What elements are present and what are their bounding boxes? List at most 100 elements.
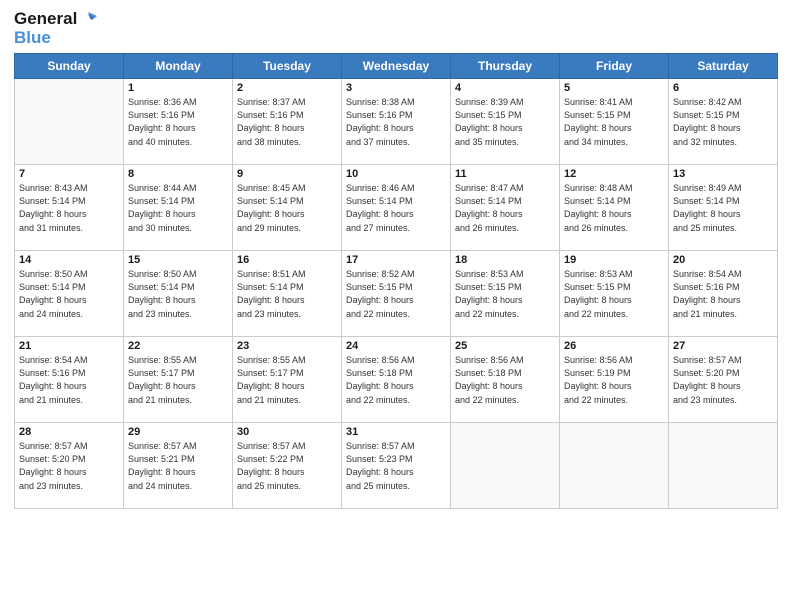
day-number: 13 [673,168,773,180]
weekday-header-thursday: Thursday [451,54,560,79]
day-cell-12: 12Sunrise: 8:48 AM Sunset: 5:14 PM Dayli… [560,165,669,251]
day-number: 26 [564,340,664,352]
day-info: Sunrise: 8:48 AM Sunset: 5:14 PM Dayligh… [564,182,664,234]
day-info: Sunrise: 8:46 AM Sunset: 5:14 PM Dayligh… [346,182,446,234]
day-info: Sunrise: 8:41 AM Sunset: 5:15 PM Dayligh… [564,96,664,148]
day-number: 22 [128,340,228,352]
day-cell-25: 25 Sunrise: 8:56 AM Sunset: 5:18 PM Dayli… [451,337,560,423]
empty-cell [560,423,669,509]
empty-cell [669,423,778,509]
day-cell-18: 18 Sunrise: 8:53 AM Sunset: 5:15 PM Dayli… [451,251,560,337]
day-number: 1 [128,82,228,94]
day-info: Sunrise: 8:57 AM Sunset: 5:20 PM Dayligh… [673,354,773,406]
day-number: 2 [237,82,337,94]
week-row-4: 21Sunrise: 8:54 AM Sunset: 5:16 PM Dayli… [15,337,778,423]
day-info: Sunrise: 8:44 AM Sunset: 5:14 PM Dayligh… [128,182,228,234]
day-cell-17: 17 Sunrise: 8:52 AM Sunset: 5:15 PM Dayli… [342,251,451,337]
day-number: 31 [346,426,446,438]
day-info: Sunrise: 8:53 AM Sunset: 5:15 PM Dayligh… [564,268,664,320]
day-cell-16: 16 Sunrise: 8:51 AM Sunset: 5:14 PM Dayli… [233,251,342,337]
day-info: Sunrise: 8:49 AM Sunset: 5:14 PM Dayligh… [673,182,773,234]
day-number: 30 [237,426,337,438]
day-number: 4 [455,82,555,94]
day-cell-21: 21Sunrise: 8:54 AM Sunset: 5:16 PM Dayli… [15,337,124,423]
day-number: 18 [455,254,555,266]
day-cell-22: 22Sunrise: 8:55 AM Sunset: 5:17 PM Dayli… [124,337,233,423]
day-info: Sunrise: 8:54 AM Sunset: 5:16 PM Dayligh… [19,354,119,406]
day-info: Sunrise: 8:42 AM Sunset: 5:15 PM Dayligh… [673,96,773,148]
day-number: 20 [673,254,773,266]
day-number: 11 [455,168,555,180]
day-number: 19 [564,254,664,266]
day-info: Sunrise: 8:56 AM Sunset: 5:18 PM Dayligh… [346,354,446,406]
day-cell-10: 10Sunrise: 8:46 AM Sunset: 5:14 PM Dayli… [342,165,451,251]
day-number: 6 [673,82,773,94]
day-number: 24 [346,340,446,352]
day-cell-9: 9 Sunrise: 8:45 AM Sunset: 5:14 PM Daylig… [233,165,342,251]
day-info: Sunrise: 8:56 AM Sunset: 5:19 PM Dayligh… [564,354,664,406]
day-cell-2: 2 Sunrise: 8:37 AM Sunset: 5:16 PM Daylig… [233,79,342,165]
day-info: Sunrise: 8:57 AM Sunset: 5:22 PM Dayligh… [237,440,337,492]
day-cell-1: 1 Sunrise: 8:36 AM Sunset: 5:16 PM Daylig… [124,79,233,165]
day-cell-11: 11 Sunrise: 8:47 AM Sunset: 5:14 PM Dayli… [451,165,560,251]
day-number: 28 [19,426,119,438]
day-cell-31: 31 Sunrise: 8:57 AM Sunset: 5:23 PM Dayli… [342,423,451,509]
day-info: Sunrise: 8:52 AM Sunset: 5:15 PM Dayligh… [346,268,446,320]
day-cell-24: 24 Sunrise: 8:56 AM Sunset: 5:18 PM Dayli… [342,337,451,423]
day-cell-14: 14Sunrise: 8:50 AM Sunset: 5:14 PM Dayli… [15,251,124,337]
day-cell-23: 23Sunrise: 8:55 AM Sunset: 5:17 PM Dayli… [233,337,342,423]
weekday-header-sunday: Sunday [15,54,124,79]
day-info: Sunrise: 8:53 AM Sunset: 5:15 PM Dayligh… [455,268,555,320]
day-info: Sunrise: 8:51 AM Sunset: 5:14 PM Dayligh… [237,268,337,320]
day-info: Sunrise: 8:50 AM Sunset: 5:14 PM Dayligh… [128,268,228,320]
day-info: Sunrise: 8:57 AM Sunset: 5:21 PM Dayligh… [128,440,228,492]
weekday-header-wednesday: Wednesday [342,54,451,79]
day-number: 15 [128,254,228,266]
week-row-5: 28 Sunrise: 8:57 AM Sunset: 5:20 PM Dayli… [15,423,778,509]
day-cell-15: 15 Sunrise: 8:50 AM Sunset: 5:14 PM Dayli… [124,251,233,337]
day-cell-7: 7 Sunrise: 8:43 AM Sunset: 5:14 PM Daylig… [15,165,124,251]
day-number: 17 [346,254,446,266]
day-info: Sunrise: 8:56 AM Sunset: 5:18 PM Dayligh… [455,354,555,406]
empty-cell [451,423,560,509]
day-info: Sunrise: 8:57 AM Sunset: 5:20 PM Dayligh… [19,440,119,492]
day-number: 14 [19,254,119,266]
day-number: 9 [237,168,337,180]
day-info: Sunrise: 8:45 AM Sunset: 5:14 PM Dayligh… [237,182,337,234]
day-cell-4: 4 Sunrise: 8:39 AM Sunset: 5:15 PM Daylig… [451,79,560,165]
day-info: Sunrise: 8:43 AM Sunset: 5:14 PM Dayligh… [19,182,119,234]
logo-wordmark: General Blue [14,10,97,47]
header: General Blue [14,10,778,47]
day-cell-28: 28 Sunrise: 8:57 AM Sunset: 5:20 PM Dayli… [15,423,124,509]
day-info: Sunrise: 8:39 AM Sunset: 5:15 PM Dayligh… [455,96,555,148]
day-info: Sunrise: 8:37 AM Sunset: 5:16 PM Dayligh… [237,96,337,148]
day-info: Sunrise: 8:57 AM Sunset: 5:23 PM Dayligh… [346,440,446,492]
week-row-1: 1 Sunrise: 8:36 AM Sunset: 5:16 PM Daylig… [15,79,778,165]
day-number: 25 [455,340,555,352]
day-number: 5 [564,82,664,94]
week-row-3: 14 Sunrise: 8:50 AM Sunset: 5:14 PM Dayli… [15,251,778,337]
day-info: Sunrise: 8:36 AM Sunset: 5:16 PM Dayligh… [128,96,228,148]
day-cell-5: 5 Sunrise: 8:41 AM Sunset: 5:15 PM Daylig… [560,79,669,165]
day-number: 7 [19,168,119,180]
day-cell-6: 6 Sunrise: 8:42 AM Sunset: 5:15 PM Daylig… [669,79,778,165]
day-cell-13: 13 Sunrise: 8:49 AM Sunset: 5:14 PM Dayli… [669,165,778,251]
day-cell-20: 20Sunrise: 8:54 AM Sunset: 5:16 PM Dayli… [669,251,778,337]
day-info: Sunrise: 8:38 AM Sunset: 5:16 PM Dayligh… [346,96,446,148]
day-number: 29 [128,426,228,438]
logo: General Blue [14,10,97,47]
day-info: Sunrise: 8:47 AM Sunset: 5:14 PM Dayligh… [455,182,555,234]
weekday-header-tuesday: Tuesday [233,54,342,79]
day-info: Sunrise: 8:55 AM Sunset: 5:17 PM Dayligh… [237,354,337,406]
day-cell-27: 27Sunrise: 8:57 AM Sunset: 5:20 PM Dayli… [669,337,778,423]
day-cell-19: 19 Sunrise: 8:53 AM Sunset: 5:15 PM Dayli… [560,251,669,337]
day-number: 16 [237,254,337,266]
day-cell-30: 30 Sunrise: 8:57 AM Sunset: 5:22 PM Dayli… [233,423,342,509]
weekday-header-friday: Friday [560,54,669,79]
day-cell-8: 8 Sunrise: 8:44 AM Sunset: 5:14 PM Daylig… [124,165,233,251]
page: General Blue SundayMondayTuesdayWednesda… [0,0,792,612]
day-cell-29: 29 Sunrise: 8:57 AM Sunset: 5:21 PM Dayli… [124,423,233,509]
weekday-header-monday: Monday [124,54,233,79]
day-number: 8 [128,168,228,180]
logo-blue: Blue [14,29,97,48]
